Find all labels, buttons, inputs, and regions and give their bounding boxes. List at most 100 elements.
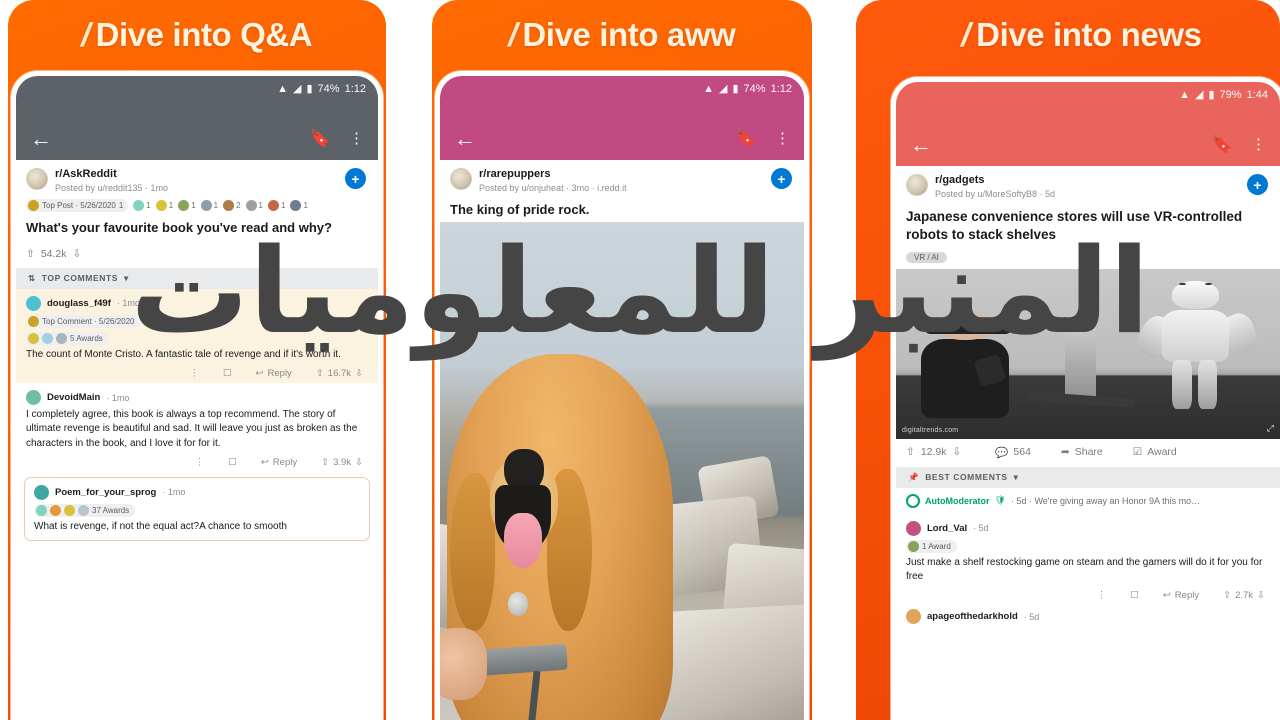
app-bar-actions-news: ← 🔖 ⋮ — [896, 134, 1280, 156]
share-button[interactable]: ➦ Share — [1061, 446, 1103, 458]
post-flair[interactable]: VR / AI — [906, 251, 947, 263]
save-icon[interactable]: ☐ — [1130, 590, 1139, 601]
wifi-icon: ▲ — [1179, 88, 1191, 101]
comment-author[interactable]: Poem_for_your_sprog — [55, 487, 156, 498]
post-title[interactable]: Japanese convenience stores will use VR-… — [896, 202, 1280, 247]
join-button[interactable]: + — [1247, 174, 1268, 195]
vote-group[interactable]: ⇧ 54.2k ⇩ — [26, 248, 81, 260]
award-strip-qa: Top Post · 5/26/2020 1 1 1 1 1 2 1 1 1 — [16, 196, 378, 214]
automod-comment[interactable]: AutoModerator 🛡 · 5d · We're giving away… — [896, 488, 1280, 514]
app-bar-aww: ▲ ◢ ▮ 74% 1:12 ← 🔖 ⋮ — [440, 76, 804, 160]
comment-author[interactable]: DevoidMain — [47, 392, 100, 403]
award-icon — [36, 504, 47, 516]
expand-icon[interactable]: ⤢ — [1267, 423, 1274, 434]
award-pill[interactable]: 1 — [245, 200, 263, 212]
award-pill[interactable]: 2 — [223, 200, 241, 212]
comment-more-icon[interactable]: ⋮ — [195, 457, 205, 468]
comment-actions: ⋮ ☐ ↩ Reply ⇧ 2.7k ⇩ — [906, 584, 1269, 603]
subreddit-name[interactable]: r/AskReddit — [55, 168, 345, 181]
post-title[interactable]: The king of pride rock. — [440, 196, 804, 223]
golden-retriever-photo — [440, 222, 804, 720]
vr-headset-icon — [925, 320, 1011, 335]
bookmark-icon[interactable]: 🔖 — [310, 129, 331, 149]
wifi-icon: ▲ — [277, 82, 289, 95]
media-credit: digitaltrends.com — [902, 426, 959, 434]
post-meta: Posted by u/onjuheat · 3mo · i.redd.it — [479, 183, 627, 194]
post-title[interactable]: What's your favourite book you've read a… — [16, 214, 378, 241]
comments-sort-bar-qa[interactable]: ⇅ TOP COMMENTS ▾ — [16, 267, 378, 289]
automod-name[interactable]: AutoModerator — [925, 496, 990, 506]
subreddit-name[interactable]: r/rarepuppers — [479, 168, 771, 181]
comment-more-icon[interactable]: ⋮ — [1097, 590, 1107, 601]
battery-level: 74% — [743, 82, 766, 95]
comment-more-icon[interactable]: ⋮ — [190, 368, 200, 379]
post-meta: Posted by u/MoreSoftyB8 · 5d — [935, 189, 1056, 200]
screenshot-stage: /Dive into Q&A ▲ ◢ ▮ 74% 1:12 ← 🔖 ⋮ r/As… — [0, 0, 1280, 720]
automod-text: · 5d · We're giving away an Honor 9A thi… — [1010, 495, 1201, 506]
comment-author[interactable]: douglass_f49f — [47, 298, 111, 309]
reply-button[interactable]: ↩ Reply — [256, 368, 292, 379]
bookmark-icon[interactable]: 🔖 — [736, 129, 757, 149]
post-vote-row-news: ⇧ 12.9k ⇩ 💬 564 ➦ Share ☑ Award — [896, 439, 1280, 467]
award-pill[interactable]: 1 — [268, 200, 286, 212]
promo-panel-news: /Dive into news ▲ ◢ ▮ 79% 1:44 ← 🔖 ⋮ r/g… — [856, 0, 1280, 720]
status-bar-news: ▲ ◢ ▮ 79% 1:44 — [1179, 88, 1268, 102]
subreddit-name[interactable]: r/gadgets — [935, 174, 1247, 187]
post-media-dog[interactable] — [440, 222, 804, 720]
comment-header: Poem_for_your_sprog · 1mo — [34, 484, 360, 500]
app-bar-actions-aww: ← 🔖 ⋮ — [440, 128, 804, 150]
chevron-down-icon[interactable]: ▾ — [124, 273, 129, 284]
upvote-icon[interactable]: ⇧ — [26, 248, 35, 260]
chevron-down-icon[interactable]: ▾ — [1014, 472, 1019, 483]
overflow-menu-icon[interactable]: ⋮ — [349, 131, 364, 146]
upvote-icon[interactable]: ⇧ — [906, 446, 915, 458]
battery-level: 74% — [317, 82, 340, 95]
downvote-icon[interactable]: ⇩ — [953, 446, 962, 458]
award-pill[interactable]: 1 — [290, 200, 308, 212]
reply-button[interactable]: ↩ Reply — [261, 457, 297, 468]
back-icon[interactable]: ← — [454, 128, 476, 150]
award-icon: ☑ — [1132, 446, 1143, 459]
award-pill[interactable]: 1 — [155, 200, 173, 212]
signal-icon: ◢ — [719, 83, 728, 95]
comment-author[interactable]: apageofthedarkhold — [927, 611, 1018, 622]
award-icon — [178, 200, 190, 212]
comment-vote-group[interactable]: ⇧ 16.7k ⇩ — [316, 368, 363, 379]
post-media-robot[interactable]: digitaltrends.com ⤢ — [896, 268, 1280, 439]
save-icon[interactable]: ☐ — [223, 368, 232, 379]
join-button[interactable]: + — [345, 168, 366, 189]
award-button[interactable]: ☑ Award — [1133, 446, 1177, 458]
downvote-icon[interactable]: ⇩ — [73, 248, 82, 260]
share-icon: ➦ — [1060, 446, 1070, 459]
comment-vote-group[interactable]: ⇧ 3.9k ⇩ — [321, 457, 363, 468]
post-vote-row-qa: ⇧ 54.2k ⇩ — [16, 241, 378, 268]
award-pill-top-post[interactable]: Top Post · 5/26/2020 1 — [26, 199, 129, 213]
overflow-menu-icon[interactable]: ⋮ — [1251, 137, 1266, 152]
award-icon — [78, 504, 89, 516]
bookmark-icon[interactable]: 🔖 — [1212, 135, 1233, 155]
award-pill[interactable]: 1 — [178, 200, 196, 212]
comment-author[interactable]: Lord_Val — [927, 523, 967, 534]
back-icon[interactable]: ← — [910, 134, 932, 156]
comment-count-button[interactable]: 💬 564 — [995, 446, 1031, 459]
award-pill[interactable]: 1 — [133, 200, 151, 212]
award-count: 1 — [281, 201, 286, 211]
join-button[interactable]: + — [771, 168, 792, 189]
humanoid-robot — [1131, 280, 1262, 410]
badge-label: 37 Awards — [92, 505, 130, 515]
comment-header: douglass_f49f · 1mo — [26, 295, 367, 311]
vote-group[interactable]: ⇧ 12.9k ⇩ — [906, 446, 961, 458]
save-icon[interactable]: ☐ — [228, 457, 237, 468]
award-count: 1 — [191, 201, 196, 211]
panel-title-news: /Dive into news — [856, 16, 1280, 54]
avatar — [906, 493, 920, 508]
promo-panel-aww: /Dive into aww ▲ ◢ ▮ 74% 1:12 ← 🔖 ⋮ r/ra… — [432, 0, 812, 720]
comment-vote-group[interactable]: ⇧ 2.7k ⇩ — [1223, 590, 1265, 601]
reply-button[interactable]: ↩ Reply — [1163, 590, 1199, 601]
award-icon — [56, 332, 67, 344]
overflow-menu-icon[interactable]: ⋮ — [775, 131, 790, 146]
comments-sort-bar-news[interactable]: 📌 BEST COMMENTS ▾ — [896, 466, 1280, 488]
award-pill[interactable]: 1 — [200, 200, 218, 212]
panel-title-text: Dive into news — [976, 16, 1202, 53]
back-icon[interactable]: ← — [30, 128, 52, 150]
